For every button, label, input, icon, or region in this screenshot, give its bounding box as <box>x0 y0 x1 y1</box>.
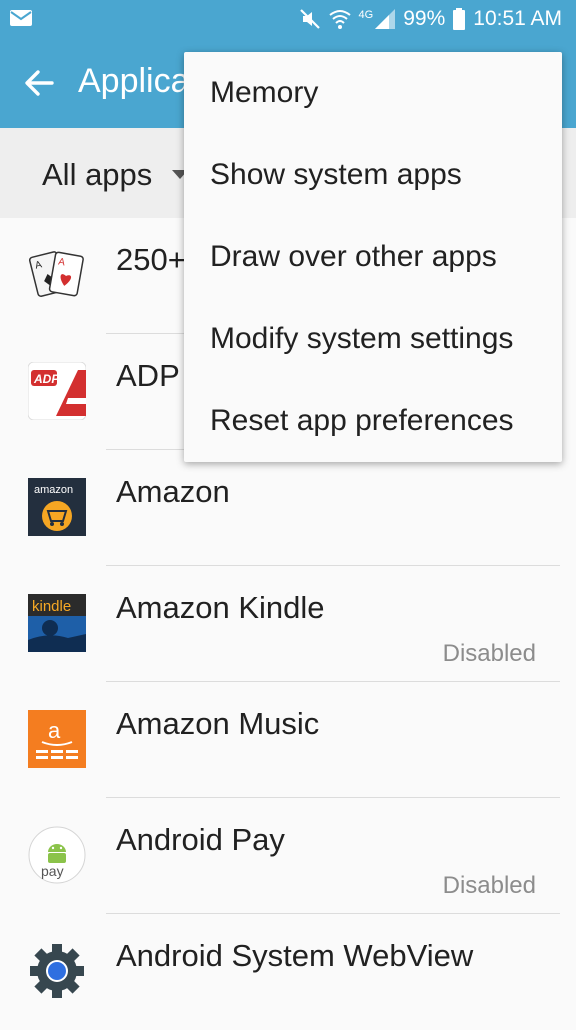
amazon-icon: amazon <box>28 478 86 536</box>
amazon-music-icon: a <box>28 710 86 768</box>
solitaire-cards-icon: A A <box>28 251 84 297</box>
page-title: Applica <box>78 62 190 100</box>
list-item[interactable]: kindle Amazon Kindle Disabled <box>0 566 576 682</box>
list-item[interactable]: pay Android Pay Disabled <box>0 798 576 914</box>
app-name: 250+ <box>116 242 186 277</box>
menu-item-show-system-apps[interactable]: Show system apps <box>184 134 562 216</box>
clock: 10:51 AM <box>473 7 562 30</box>
kindle-icon: kindle <box>28 594 86 652</box>
battery-icon <box>453 8 466 30</box>
filter-dropdown-label[interactable]: All apps <box>42 157 152 193</box>
menu-item-modify-system-settings[interactable]: Modify system settings <box>184 298 562 380</box>
app-name: Amazon <box>116 474 230 509</box>
pay-logo-text: pay <box>41 863 64 879</box>
mail-icon <box>10 10 32 26</box>
network-type: 4G <box>358 9 374 21</box>
battery-percent: 99% <box>403 7 446 30</box>
app-status: Disabled <box>442 872 536 899</box>
menu-item-memory[interactable]: Memory <box>184 52 562 134</box>
webview-gear-icon <box>30 944 84 998</box>
list-item[interactable]: amazon Amazon <box>0 450 576 566</box>
mute-icon <box>299 9 320 29</box>
adp-icon: ADP <box>28 362 86 420</box>
app-status: Disabled <box>442 640 536 667</box>
app-name: Android System WebView <box>116 938 474 973</box>
amazon-logo-text: amazon <box>34 484 73 496</box>
menu-item-draw-over-other-apps[interactable]: Draw over other apps <box>184 216 562 298</box>
signal-icon <box>375 9 396 29</box>
arrow-left-icon[interactable] <box>22 66 56 100</box>
adp-logo-text: ADP <box>33 372 60 386</box>
overflow-menu: Memory Show system apps Draw over other … <box>184 52 562 462</box>
list-item[interactable]: a Amazon Music <box>0 682 576 798</box>
app-name: Amazon Kindle <box>116 590 325 625</box>
android-pay-icon: pay <box>28 826 86 884</box>
wifi-icon <box>328 10 351 29</box>
menu-item-reset-app-preferences[interactable]: Reset app preferences <box>184 380 562 462</box>
app-name: Android Pay <box>116 822 285 857</box>
status-bar: 4G 99% 10:51 AM <box>0 0 576 38</box>
app-name: Amazon Music <box>116 706 320 741</box>
list-item[interactable]: Android System WebView <box>0 914 576 1030</box>
kindle-logo-text: kindle <box>32 598 71 615</box>
amazon-music-logo-text: a <box>48 718 61 743</box>
app-name: ADP <box>116 358 180 393</box>
